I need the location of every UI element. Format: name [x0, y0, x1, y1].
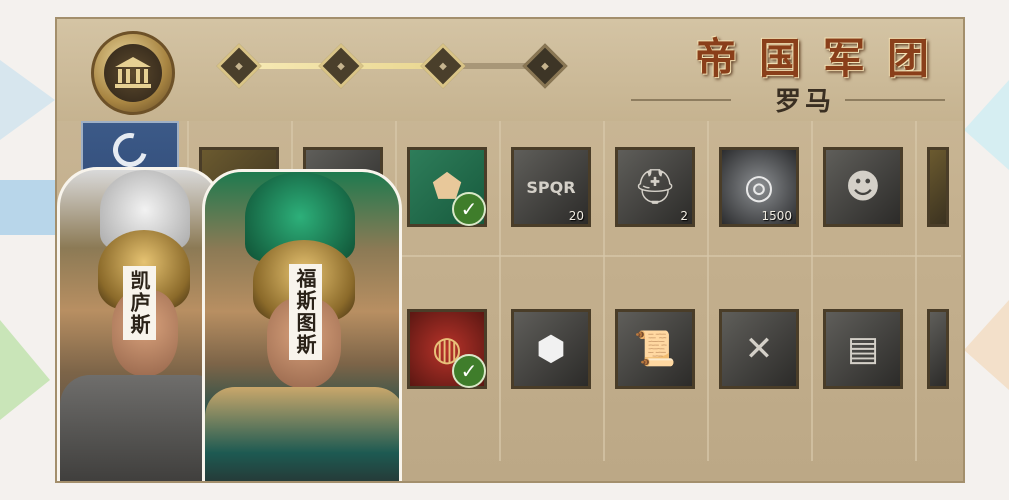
temple-emblem-icon: [91, 31, 175, 115]
gem-icon: ⬢: [536, 329, 566, 369]
reward-item-legionary[interactable]: ☻: [823, 147, 903, 227]
divider: [631, 99, 731, 101]
ingot-stack-icon: ▤: [846, 329, 880, 369]
reward-item-helmet[interactable]: ⛑ 2: [615, 147, 695, 227]
character-name-2: 福斯图斯: [289, 264, 322, 360]
scroll-icon: 📜: [633, 329, 677, 369]
legionary-portrait-icon: ☻: [845, 167, 881, 207]
claimed-check-icon: ✓: [452, 354, 486, 388]
reward-item-partial[interactable]: [927, 147, 949, 227]
reward-item-silver-coin[interactable]: ◎ 1500: [719, 147, 799, 227]
reward-item-scroll-2[interactable]: ✕: [719, 309, 799, 389]
bg-decoration: [0, 320, 50, 420]
progress-track: [237, 63, 557, 69]
claimed-check-icon: ✓: [452, 192, 486, 226]
item-count: 1500: [761, 209, 792, 223]
character-name-1: 凯庐斯: [123, 266, 156, 340]
silver-coin-icon: ◎: [744, 167, 774, 207]
reward-item-ore[interactable]: ⬟ ✓: [407, 147, 487, 227]
armor: [205, 387, 399, 481]
reward-item-ingots[interactable]: ▤: [823, 309, 903, 389]
reward-item-spqr-standard[interactable]: SPQR 20: [511, 147, 591, 227]
reward-item-shield[interactable]: ◍ ✓: [407, 309, 487, 389]
reward-item-partial[interactable]: [927, 309, 949, 389]
scroll-icon: ✕: [744, 329, 774, 369]
bg-decoration: [0, 60, 55, 140]
page-title: 帝国军团: [694, 34, 951, 83]
reward-item-scroll-1[interactable]: 📜: [615, 309, 695, 389]
divider: [845, 99, 945, 101]
bg-decoration: [0, 180, 55, 235]
legion-reward-panel: ◆ ◆ ◆ ◆ 帝国军团 罗马 ◉ ✓ † ⬟ ✓: [55, 17, 965, 483]
item-count: 2: [680, 209, 688, 223]
spqr-eagle-icon: SPQR: [526, 177, 576, 197]
bg-decoration: [964, 80, 1009, 170]
page-subtitle: 罗马: [774, 87, 835, 117]
reward-item-gem[interactable]: ⬢: [511, 309, 591, 389]
armor: [60, 375, 219, 481]
item-count: 20: [568, 209, 584, 223]
bg-decoration: [964, 300, 1009, 390]
helmet-icon: ⛑: [633, 167, 677, 207]
